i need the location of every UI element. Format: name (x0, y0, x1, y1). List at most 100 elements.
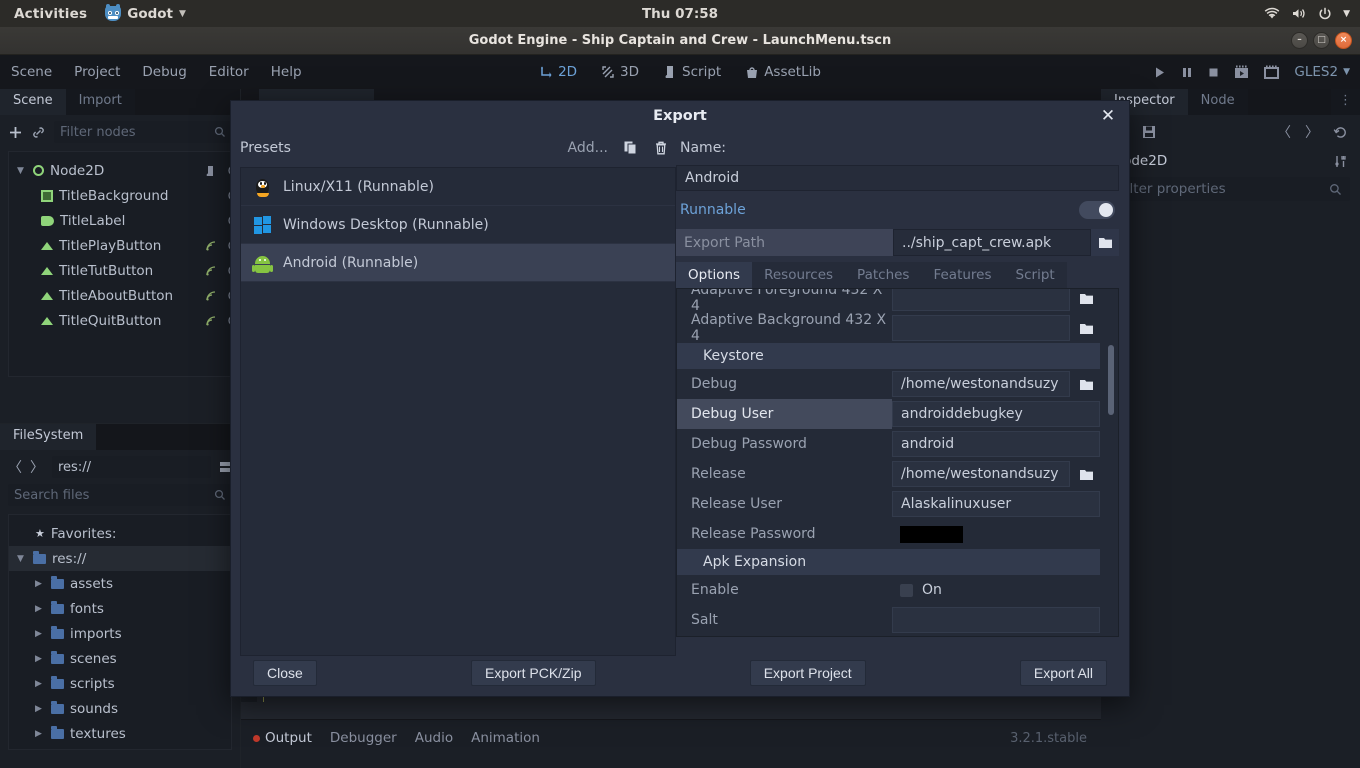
tab-3d[interactable]: 3D (591, 60, 649, 84)
chevron-right-icon[interactable]: ▶ (35, 729, 45, 739)
maximize-button[interactable]: □ (1313, 32, 1330, 49)
history-icon[interactable] (1333, 125, 1348, 140)
filesystem-item-textures[interactable]: ▶ textures (9, 721, 231, 746)
option-value-input[interactable]: android (892, 431, 1100, 457)
export-path-browse-icon[interactable] (1091, 229, 1119, 256)
tab-script[interactable]: Script (1004, 262, 1067, 288)
tab-2d[interactable]: 2D (529, 60, 587, 84)
nav-back-icon[interactable]: 〈 (8, 457, 22, 477)
chevron-right-icon[interactable]: ▶ (35, 604, 45, 614)
option-row-release-user[interactable]: Release User Alaskalinuxuser (677, 489, 1118, 519)
play-icon[interactable] (1153, 66, 1166, 79)
scene-node-titlequitbutton[interactable]: TitleQuitButton (9, 308, 231, 333)
tab-audio[interactable]: Audio (415, 730, 453, 746)
option-row-enable[interactable]: Enable On (677, 575, 1118, 605)
option-value-input[interactable]: androiddebugkey (892, 401, 1100, 427)
save-resource-icon[interactable] (1142, 125, 1156, 139)
close-button[interactable]: Close (253, 660, 317, 686)
option-row-debug-user[interactable]: Debug User androiddebugkey (677, 399, 1118, 429)
export-pck-zip-button[interactable]: Export PCK/Zip (471, 660, 595, 686)
tab-filesystem[interactable]: FileSystem (0, 424, 96, 450)
app-menu-godot[interactable]: Godot ▼ (97, 6, 194, 22)
chevron-right-icon[interactable]: ▶ (35, 629, 45, 639)
chevron-right-icon[interactable]: ▶ (35, 654, 45, 664)
scene-node-root[interactable]: ▼ Node2D (9, 158, 231, 183)
history-back-icon[interactable]: 〈 (1277, 122, 1291, 142)
activities-button[interactable]: Activities (0, 6, 97, 22)
instance-scene-icon[interactable] (31, 125, 46, 140)
preset-item-linux[interactable]: Linux/X11 (Runnable) (241, 168, 675, 206)
duplicate-preset-icon[interactable] (616, 140, 646, 156)
filesystem-item-imports[interactable]: ▶ imports (9, 621, 231, 646)
option-row-release[interactable]: Release /home/westonandsuzy (677, 459, 1118, 489)
chevron-down-icon[interactable]: ▼ (17, 166, 27, 176)
tab-node[interactable]: Node (1188, 89, 1248, 115)
chevron-right-icon[interactable]: ▶ (35, 704, 45, 714)
option-value-input[interactable]: Alaskalinuxuser (892, 491, 1100, 517)
volume-icon[interactable] (1291, 7, 1307, 20)
scene-node-titlelabel[interactable]: TitleLabel (9, 208, 231, 233)
scene-node-titletutbutton[interactable]: TitleTutButton (9, 258, 231, 283)
options-vertical-scrollbar[interactable] (1108, 345, 1114, 415)
filesystem-item-scripts[interactable]: ▶ scripts (9, 671, 231, 696)
presets-list[interactable]: Linux/X11 (Runnable) Windows Desktop (Ru… (240, 167, 676, 656)
option-row-debug-password[interactable]: Debug Password android (677, 429, 1118, 459)
add-preset-button[interactable]: Add... (560, 140, 616, 156)
menu-project[interactable]: Project (63, 60, 131, 84)
tab-debugger[interactable]: Debugger (330, 730, 397, 746)
filter-properties-input[interactable]: Filter properties (1111, 177, 1350, 201)
preset-item-windows[interactable]: Windows Desktop (Runnable) (241, 206, 675, 244)
scene-node-titleaboutbutton[interactable]: TitleAboutButton (9, 283, 231, 308)
minimize-button[interactable]: – (1291, 32, 1308, 49)
option-value-input[interactable] (892, 315, 1070, 341)
preset-name-input[interactable]: Android (676, 165, 1119, 191)
export-all-button[interactable]: Export All (1020, 660, 1107, 686)
menu-debug[interactable]: Debug (131, 60, 197, 84)
tab-output[interactable]: Output (253, 730, 312, 746)
option-row-release-password[interactable]: Release Password (677, 519, 1118, 549)
tab-animation[interactable]: Animation (471, 730, 540, 746)
folder-browse-icon[interactable] (1072, 315, 1100, 341)
filesystem-tree[interactable]: ★ Favorites: ▼ res:// ▶ assets ▶ fonts (8, 514, 232, 750)
preset-item-android[interactable]: Android (Runnable) (241, 244, 675, 282)
pause-icon[interactable] (1180, 66, 1193, 79)
chevron-right-icon[interactable]: ▶ (35, 679, 45, 689)
history-forward-icon[interactable]: 〉 (1305, 122, 1319, 142)
filter-nodes-input[interactable]: Filter nodes (54, 121, 232, 143)
signal-icon[interactable] (205, 315, 217, 327)
tab-scene[interactable]: Scene (0, 89, 66, 115)
option-value-input[interactable]: /home/westonandsuzy (892, 461, 1070, 487)
scene-node-titlebackground[interactable]: TitleBackground (9, 183, 231, 208)
option-value-input[interactable] (892, 607, 1100, 633)
tab-patches[interactable]: Patches (845, 262, 921, 288)
signal-icon[interactable] (205, 290, 217, 302)
tab-script[interactable]: Script (653, 60, 731, 84)
filesystem-item-res[interactable]: ▼ res:// (9, 546, 231, 571)
filesystem-item-fonts[interactable]: ▶ fonts (9, 596, 231, 621)
option-value-input[interactable]: /home/westonandsuzy (892, 371, 1070, 397)
add-node-icon[interactable] (8, 125, 23, 140)
play-scene-icon[interactable] (1234, 65, 1250, 79)
filesystem-path-field[interactable]: res:// (52, 456, 211, 478)
menu-scene[interactable]: Scene (0, 60, 63, 84)
filesystem-item-assets[interactable]: ▶ assets (9, 571, 231, 596)
filesystem-item-scenes[interactable]: ▶ scenes (9, 646, 231, 671)
scene-tree[interactable]: ▼ Node2D TitleBackground (8, 151, 232, 377)
tab-import[interactable]: Import (66, 89, 135, 115)
export-options-list[interactable]: Adaptive Foreground 432 X 4 Adaptive Bac… (676, 288, 1119, 637)
checkbox-icon[interactable] (900, 584, 913, 597)
system-clock[interactable]: Thu 07:58 (0, 6, 1360, 22)
option-checkbox-cell[interactable]: On (892, 577, 1100, 603)
runnable-toggle[interactable] (1079, 201, 1115, 219)
wifi-icon[interactable] (1264, 7, 1280, 20)
folder-browse-icon[interactable] (1072, 288, 1100, 311)
tab-resources[interactable]: Resources (752, 262, 845, 288)
tab-assetlib[interactable]: AssetLib (735, 60, 831, 84)
node-script-icon[interactable] (205, 165, 216, 177)
option-row-adaptive-background[interactable]: Adaptive Background 432 X 4 (677, 313, 1118, 343)
export-path-input[interactable]: ../ship_capt_crew.apk (893, 229, 1091, 256)
scene-node-titleplaybutton[interactable]: TitlePlayButton (9, 233, 231, 258)
stop-icon[interactable] (1207, 66, 1220, 79)
option-row-salt[interactable]: Salt (677, 605, 1118, 635)
menu-editor[interactable]: Editor (198, 60, 260, 84)
